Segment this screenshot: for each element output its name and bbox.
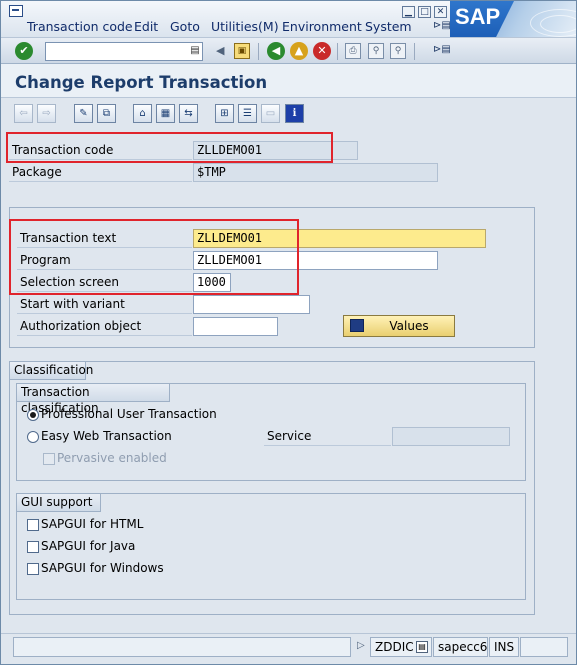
status-server: sapecc6: [433, 637, 488, 657]
cancel-icon[interactable]: ✕: [313, 42, 331, 60]
status-message-area: [13, 637, 351, 657]
info-icon[interactable]: i: [285, 104, 304, 123]
table-icon: [350, 319, 364, 332]
gui-html-label: SAPGUI for HTML: [41, 517, 144, 531]
pervasive-checkbox[interactable]: [43, 453, 55, 465]
status-expand-icon[interactable]: ▷: [357, 640, 365, 651]
other-object-icon[interactable]: ⧉: [97, 104, 116, 123]
history-back-icon[interactable]: ◀: [216, 44, 224, 57]
customize-icon[interactable]: ⊳▤: [433, 44, 451, 55]
application-toolbar: ⇦ ⇨ ✎ ⧉ ⌂ ▦ ⇆ ⊞ ☰ ▭ i: [1, 98, 576, 128]
menu-edit[interactable]: Edit: [134, 19, 158, 34]
start-variant-label: Start with variant: [17, 296, 192, 314]
menu-goto[interactable]: Goto: [170, 19, 200, 34]
package-field: $TMP: [193, 163, 438, 182]
test-icon[interactable]: ▭: [261, 104, 280, 123]
check-icon[interactable]: ⌂: [133, 104, 152, 123]
menu-transaction-code[interactable]: Transaction code: [27, 19, 133, 34]
save-icon[interactable]: ▣: [234, 43, 250, 59]
pervasive-label: Pervasive enabled: [57, 451, 167, 465]
gui-support-title: GUI support: [17, 494, 101, 512]
status-info-icon[interactable]: ▤: [416, 641, 428, 653]
status-system-text: ZDDIC: [375, 640, 414, 654]
exit-icon[interactable]: ▲: [290, 42, 308, 60]
title-bar: Change Report Transaction: [1, 64, 576, 98]
professional-radio[interactable]: [27, 409, 39, 421]
gui-html-checkbox[interactable]: [27, 519, 39, 531]
sap-logo: SAP: [450, 1, 576, 37]
service-field: [392, 427, 510, 446]
gui-java-label: SAPGUI for Java: [41, 539, 136, 553]
standard-toolbar: ✔ ▤ ◀ ▣ ◀ ▲ ✕ ⎙ ⚲ ⚲ ⊳▤: [1, 37, 576, 64]
easy-web-label: Easy Web Transaction: [41, 429, 172, 443]
highlight-box-transaction-code: [6, 132, 333, 163]
display-object-list-icon[interactable]: ☰: [238, 104, 257, 123]
next-object-icon[interactable]: ⇨: [37, 104, 56, 123]
status-mode: INS: [489, 637, 519, 657]
sap-logo-text: SAP: [455, 4, 501, 29]
transaction-classification-title: Transaction classification: [17, 384, 170, 415]
enter-icon[interactable]: ✔: [15, 42, 33, 60]
previous-object-icon[interactable]: ⇦: [14, 104, 33, 123]
system-menu-icon[interactable]: [9, 5, 23, 17]
where-used-icon[interactable]: ⇆: [179, 104, 198, 123]
classification-title: Classification: [10, 362, 93, 380]
service-label: Service: [264, 428, 391, 446]
hierarchy-icon[interactable]: ⊞: [215, 104, 234, 123]
easy-web-radio[interactable]: [27, 431, 39, 443]
status-bar: ▷ ZDDIC ▤ sapecc6 INS: [1, 633, 576, 659]
display-change-icon[interactable]: ✎: [74, 104, 93, 123]
page-title: Change Report Transaction: [15, 73, 268, 92]
find-icon[interactable]: ⚲: [368, 43, 384, 59]
gui-windows-label: SAPGUI for Windows: [41, 561, 164, 575]
print-icon[interactable]: ⎙: [345, 43, 361, 59]
status-extra-cell: [520, 637, 568, 657]
command-dropdown-icon[interactable]: ▤: [189, 45, 201, 57]
highlight-box-details: [9, 219, 299, 295]
find-next-icon[interactable]: ⚲: [390, 43, 406, 59]
maximize-icon[interactable]: □: [418, 6, 431, 18]
back-icon[interactable]: ◀: [267, 42, 285, 60]
menu-environment[interactable]: Environment: [282, 19, 362, 34]
menu-system[interactable]: System: [365, 19, 412, 34]
minimize-icon[interactable]: ▁: [402, 6, 415, 18]
gui-java-checkbox[interactable]: [27, 541, 39, 553]
professional-label: Professional User Transaction: [41, 407, 217, 421]
status-system: ZDDIC ▤: [370, 637, 432, 657]
values-button-label: Values: [389, 319, 429, 333]
menu-utilities[interactable]: Utilities(M): [211, 19, 279, 34]
close-icon[interactable]: ✕: [434, 6, 447, 18]
package-label: Package: [9, 164, 192, 182]
start-variant-field[interactable]: [193, 295, 310, 314]
gui-windows-checkbox[interactable]: [27, 563, 39, 575]
values-button[interactable]: Values: [343, 315, 455, 337]
auth-object-field[interactable]: [193, 317, 278, 336]
menu-more-icon[interactable]: ⊳▤: [433, 20, 451, 31]
auth-object-label: Authorization object: [17, 318, 192, 336]
command-field[interactable]: [45, 42, 203, 61]
activate-icon[interactable]: ▦: [156, 104, 175, 123]
